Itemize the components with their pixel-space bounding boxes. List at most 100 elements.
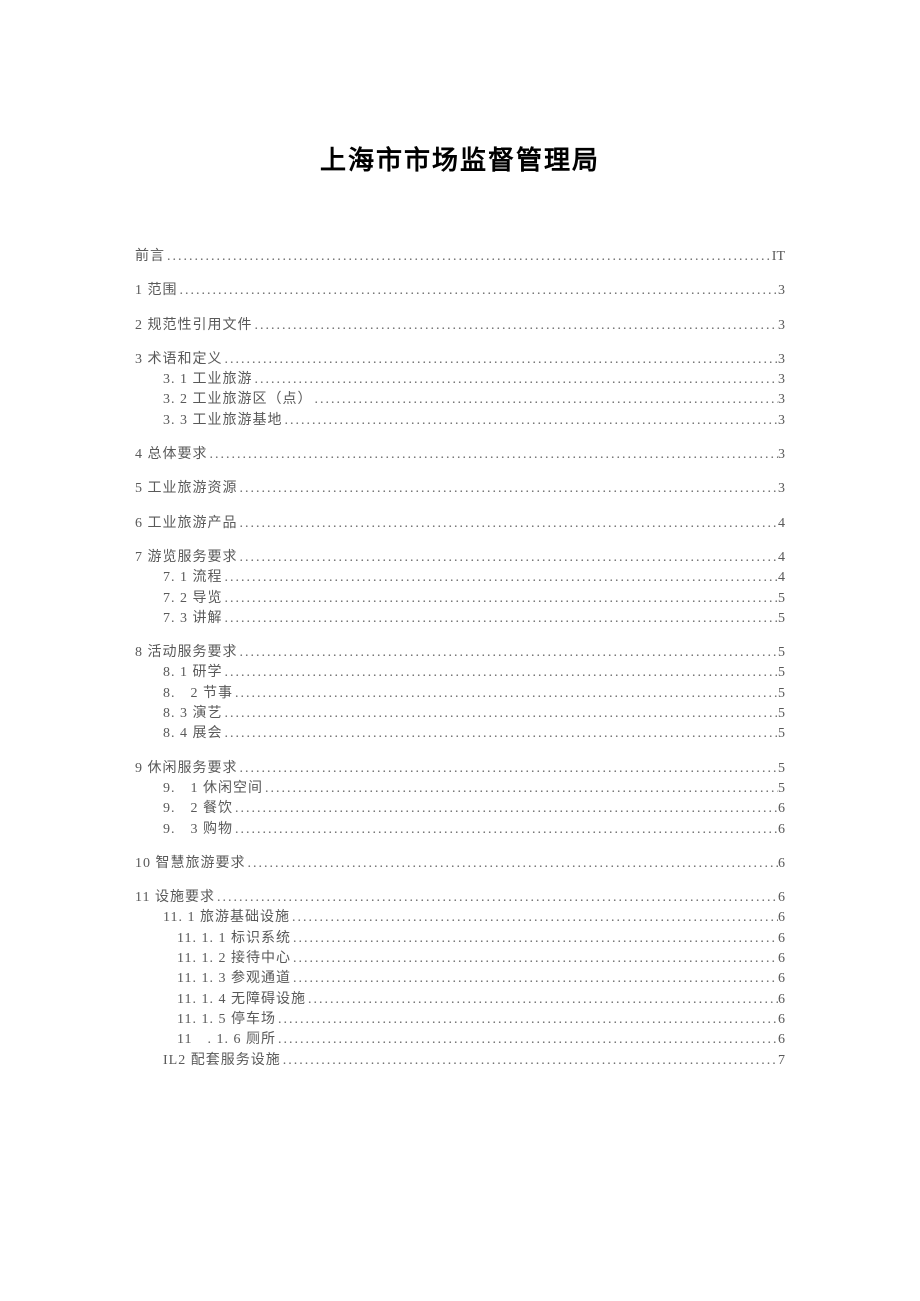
toc-entry: 11. 1. 2 接待中心 6	[135, 949, 785, 969]
toc-leader-dots	[178, 281, 779, 301]
toc-leader-dots	[215, 888, 778, 908]
toc-label: 7. 3 讲解	[163, 609, 223, 629]
toc-page-number: 3	[778, 445, 785, 465]
toc-entry: 11. 1 旅游基础设施 6	[135, 908, 785, 928]
toc-page-number: 6	[778, 949, 785, 969]
toc-label: IL2 配套服务设施	[163, 1051, 281, 1071]
toc-page-number: 5	[778, 684, 785, 704]
toc-page-number: 6	[778, 908, 785, 928]
toc-entry: 4 总体要求 3	[135, 445, 785, 465]
toc-page-number: 3	[778, 350, 785, 370]
toc-leader-dots	[223, 589, 779, 609]
toc-entry: IL2 配套服务设施 7	[135, 1051, 785, 1071]
toc-entry: 7. 1 流程 4	[135, 568, 785, 588]
toc-leader-dots	[238, 479, 779, 499]
toc-label: 8 活动服务要求	[135, 643, 238, 663]
toc-page-number: IT	[772, 247, 785, 267]
toc-leader-dots	[291, 969, 778, 989]
toc-entry: 3. 2 工业旅游区（点） 3	[135, 390, 785, 410]
toc-page-number: 4	[778, 514, 785, 534]
toc-leader-dots	[291, 929, 778, 949]
toc-leader-dots	[233, 799, 778, 819]
toc-page-number: 5	[778, 779, 785, 799]
toc-entry: 8. 1 研学 5	[135, 663, 785, 683]
table-of-contents: 前言 IT1 范围 32 规范性引用文件 33 术语和定义 33. 1 工业旅游…	[135, 247, 785, 1071]
toc-page-number: 7	[778, 1051, 785, 1071]
toc-label: 10 智慧旅游要求	[135, 854, 246, 874]
toc-label: 9. 3 购物	[163, 820, 233, 840]
toc-label: 8. 1 研学	[163, 663, 223, 683]
toc-leader-dots	[238, 759, 779, 779]
page-title: 上海市市场监督管理局	[135, 140, 785, 177]
toc-label: 9 休闲服务要求	[135, 759, 238, 779]
toc-page-number: 3	[778, 411, 785, 431]
toc-label: 3. 3 工业旅游基地	[163, 411, 283, 431]
toc-leader-dots	[223, 663, 779, 683]
toc-leader-dots	[223, 350, 779, 370]
toc-entry: 3. 1 工业旅游 3	[135, 370, 785, 390]
toc-leader-dots	[290, 908, 778, 928]
toc-entry: 7 游览服务要求 4	[135, 548, 785, 568]
toc-leader-dots	[253, 316, 779, 336]
toc-entry: 11 设施要求 6	[135, 888, 785, 908]
toc-entry: 10 智慧旅游要求 6	[135, 854, 785, 874]
toc-entry: 5 工业旅游资源 3	[135, 479, 785, 499]
toc-page-number: 5	[778, 643, 785, 663]
toc-entry: 11 . 1. 6 厕所 6	[135, 1030, 785, 1050]
toc-entry: 11. 1. 5 停车场 6	[135, 1010, 785, 1030]
toc-leader-dots	[223, 704, 779, 724]
toc-leader-dots	[313, 390, 779, 410]
toc-page-number: 5	[778, 704, 785, 724]
toc-page-number: 6	[778, 799, 785, 819]
toc-entry: 11. 1. 3 参观通道 6	[135, 969, 785, 989]
toc-label: 8. 2 节事	[163, 684, 233, 704]
toc-entry: 9 休闲服务要求 5	[135, 759, 785, 779]
toc-label: 7. 2 导览	[163, 589, 223, 609]
toc-entry: 前言 IT	[135, 247, 785, 267]
toc-label: 1 范围	[135, 281, 178, 301]
toc-page-number: 3	[778, 281, 785, 301]
toc-leader-dots	[281, 1051, 778, 1071]
toc-page-number: 4	[778, 548, 785, 568]
toc-entry: 9. 1 休闲空间 5	[135, 779, 785, 799]
toc-label: 11 设施要求	[135, 888, 215, 908]
toc-leader-dots	[223, 609, 779, 629]
toc-leader-dots	[253, 370, 779, 390]
toc-page-number: 6	[778, 854, 785, 874]
toc-label: 11. 1. 1 标识系统	[177, 929, 291, 949]
toc-page-number: 5	[778, 759, 785, 779]
toc-entry: 6 工业旅游产品 4	[135, 514, 785, 534]
toc-label: 9. 1 休闲空间	[163, 779, 263, 799]
toc-entry: 8. 2 节事 5	[135, 684, 785, 704]
toc-entry: 2 规范性引用文件 3	[135, 316, 785, 336]
toc-label: 5 工业旅游资源	[135, 479, 238, 499]
toc-page-number: 5	[778, 724, 785, 744]
toc-label: 11. 1 旅游基础设施	[163, 908, 290, 928]
toc-label: 11. 1. 2 接待中心	[177, 949, 291, 969]
toc-leader-dots	[283, 411, 779, 431]
toc-label: 7 游览服务要求	[135, 548, 238, 568]
toc-leader-dots	[246, 854, 779, 874]
toc-entry: 8. 3 演艺 5	[135, 704, 785, 724]
toc-leader-dots	[223, 724, 779, 744]
toc-label: 前言	[135, 247, 165, 267]
toc-page-number: 6	[778, 1010, 785, 1030]
toc-page-number: 3	[778, 390, 785, 410]
toc-leader-dots	[306, 990, 778, 1010]
toc-page-number: 6	[778, 820, 785, 840]
toc-label: 3. 2 工业旅游区（点）	[163, 390, 313, 410]
toc-leader-dots	[238, 514, 779, 534]
toc-label: 9. 2 餐饮	[163, 799, 233, 819]
toc-page-number: 4	[778, 568, 785, 588]
toc-entry: 7. 3 讲解 5	[135, 609, 785, 629]
toc-label: 11. 1. 4 无障碍设施	[177, 990, 306, 1010]
toc-entry: 11. 1. 4 无障碍设施 6	[135, 990, 785, 1010]
toc-page-number: 6	[778, 929, 785, 949]
toc-page-number: 6	[778, 990, 785, 1010]
toc-entry: 9. 3 购物 6	[135, 820, 785, 840]
toc-entry: 1 范围 3	[135, 281, 785, 301]
toc-page-number: 5	[778, 609, 785, 629]
toc-leader-dots	[238, 548, 779, 568]
toc-label: 11. 1. 5 停车场	[177, 1010, 276, 1030]
toc-leader-dots	[276, 1030, 778, 1050]
